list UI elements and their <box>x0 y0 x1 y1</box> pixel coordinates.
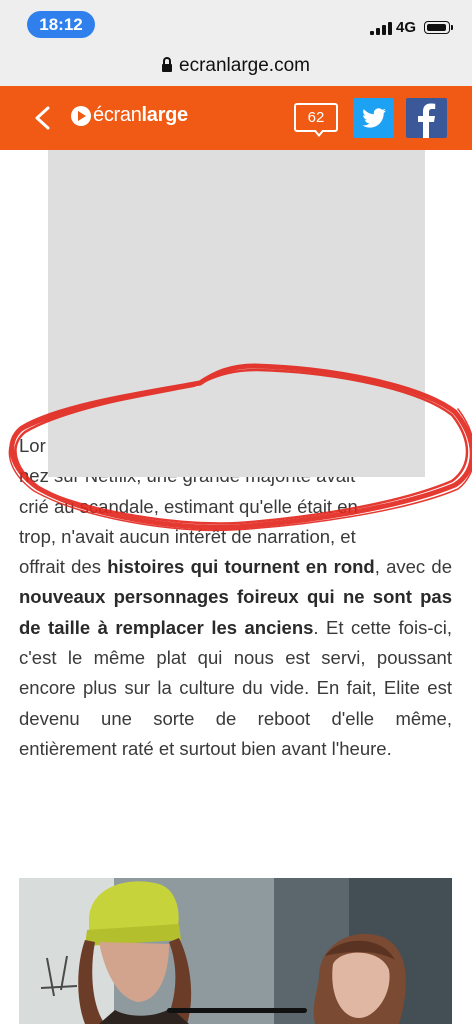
text-fragment: avec de <box>386 556 452 578</box>
twitter-share-button[interactable] <box>353 98 394 138</box>
comment-bubble-tail-inner <box>315 129 323 134</box>
logo-text-bold: large <box>141 104 189 126</box>
logo-text: écran <box>93 104 142 126</box>
site-header: écran large 62 <box>0 86 472 150</box>
article-paragraph: Lorsonnez sur Netflix, une grande majori… <box>19 431 452 764</box>
status-time[interactable]: 18:12 <box>27 11 95 38</box>
play-icon <box>71 105 91 126</box>
twitter-bird-icon <box>362 108 386 128</box>
facebook-f-icon <box>418 103 436 138</box>
battery-icon <box>424 21 453 34</box>
text-fragment: trop, n'avait aucun intérêt de narration… <box>19 525 356 547</box>
text-fragment: offrait des <box>19 556 108 578</box>
article-image[interactable] <box>19 878 452 1024</box>
ad-placeholder[interactable] <box>48 150 425 477</box>
bold-text: histoires qui tournent en rond <box>107 556 375 578</box>
text-fragment: . Et cette fois-ci, c'est le même plat q… <box>19 616 452 759</box>
facebook-share-button[interactable] <box>406 98 447 138</box>
photo-illustration <box>19 878 452 1024</box>
text-fragment: Lor <box>19 435 46 456</box>
site-logo[interactable]: écran large <box>71 104 188 127</box>
address-bar[interactable]: ecranlarge.com <box>0 46 472 86</box>
home-indicator[interactable] <box>167 1008 307 1013</box>
network-label: 4G <box>396 19 417 36</box>
back-arrow-icon[interactable] <box>32 106 52 130</box>
signal-icon <box>370 21 392 35</box>
text-fragment: , <box>374 556 380 578</box>
text-fragment: crié au scandale, estimant qu'elle était… <box>19 495 358 517</box>
comments-button[interactable]: 62 <box>294 103 338 132</box>
lock-icon <box>162 57 173 72</box>
status-bar: 18:12 4G <box>0 0 472 46</box>
url-text: ecranlarge.com <box>179 55 310 76</box>
